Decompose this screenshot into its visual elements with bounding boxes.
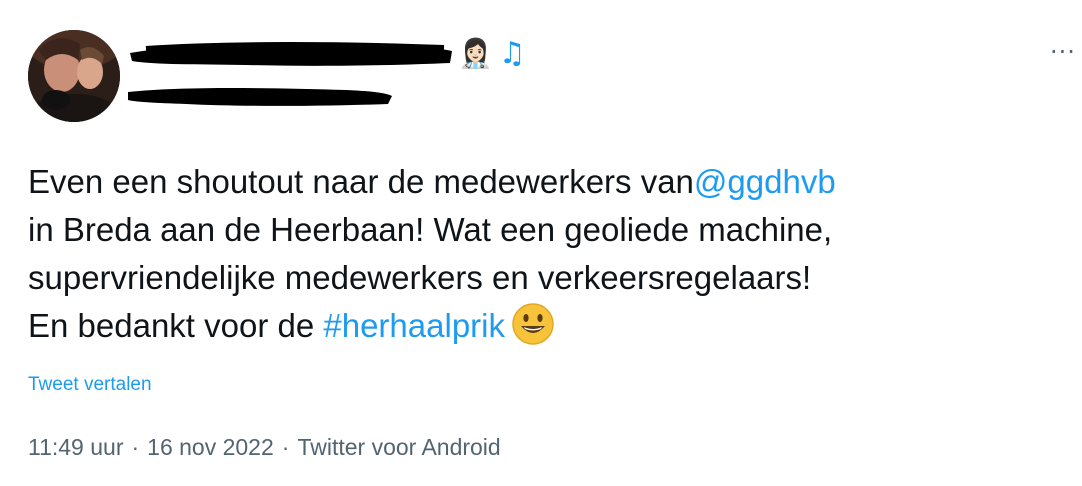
tweet-time[interactable]: 11:49 uur — [28, 434, 123, 460]
health-worker-emoji: 👩🏻‍⚕️ — [458, 38, 493, 69]
avatar[interactable] — [28, 30, 120, 122]
tweet-date[interactable]: 16 nov 2022 — [147, 434, 274, 460]
tweet-line-4: En bedankt voor de #herhaalprik — [28, 302, 1068, 350]
author-name[interactable]: 👩🏻‍⚕️ ♫ — [126, 36, 526, 72]
tweet-source[interactable]: Twitter voor Android — [297, 434, 500, 460]
tweet-line-2: in Breda aan de Heerbaan! Wat een geolie… — [28, 211, 833, 248]
tweet-line-1-text: Even een shoutout naar de medewerkers va… — [28, 163, 694, 200]
redacted-name — [126, 39, 456, 69]
tweet-text: Even een shoutout naar de medewerkers va… — [28, 158, 1068, 350]
smiley-emoji-icon — [511, 302, 555, 346]
more-options-icon[interactable]: ··· — [1050, 38, 1082, 66]
author-handle[interactable] — [126, 82, 396, 110]
tweet-line-1: Even een shoutout naar de medewerkers va… — [28, 158, 1068, 206]
tweet-line-3: supervriendelijke medewerkers en verkeer… — [28, 259, 812, 296]
translate-tweet-link[interactable]: Tweet vertalen — [28, 374, 152, 396]
tweet-line-4-text: En bedankt voor de — [28, 307, 324, 344]
hashtag-link[interactable]: #herhaalprik — [323, 307, 505, 344]
meta-separator-2: · — [281, 434, 290, 460]
tweet-meta: 11:49 uur · 16 nov 2022 · Twitter voor Andro… — [28, 434, 501, 461]
tweet-card: 👩🏻‍⚕️ ♫ ··· Even een shoutout naar de me… — [0, 0, 1082, 486]
music-note-icon: ♫ — [498, 36, 526, 71]
mention-link[interactable]: @ggdhvb — [694, 163, 836, 200]
meta-separator: · — [131, 434, 140, 460]
